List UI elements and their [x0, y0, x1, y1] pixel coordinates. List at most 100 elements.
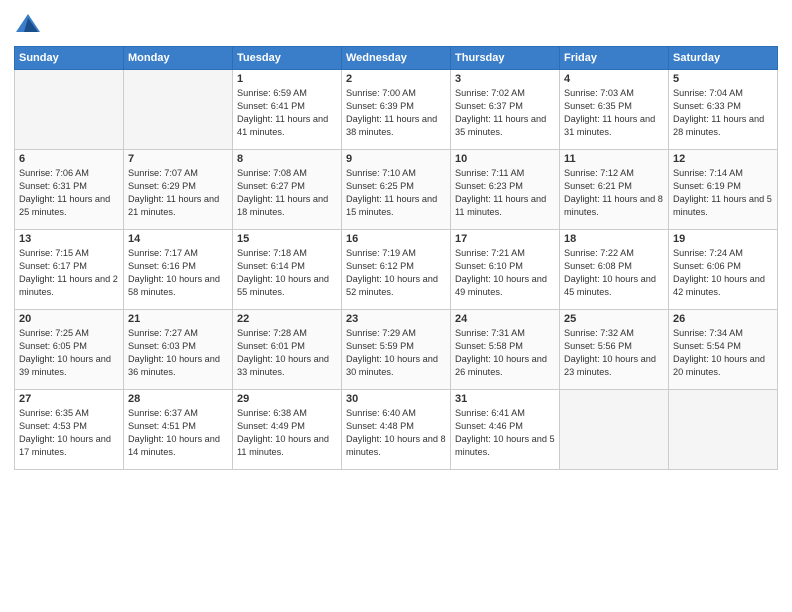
day-cell: 21Sunrise: 7:27 AMSunset: 6:03 PMDayligh… [124, 310, 233, 390]
day-info: Sunrise: 7:04 AMSunset: 6:33 PMDaylight:… [673, 87, 773, 139]
day-info: Sunrise: 7:06 AMSunset: 6:31 PMDaylight:… [19, 167, 119, 219]
day-number: 17 [455, 233, 555, 245]
header-sunday: Sunday [15, 47, 124, 70]
day-info: Sunrise: 7:08 AMSunset: 6:27 PMDaylight:… [237, 167, 337, 219]
day-cell: 6Sunrise: 7:06 AMSunset: 6:31 PMDaylight… [15, 150, 124, 230]
day-cell: 29Sunrise: 6:38 AMSunset: 4:49 PMDayligh… [233, 390, 342, 470]
day-number: 26 [673, 313, 773, 325]
day-info: Sunrise: 7:10 AMSunset: 6:25 PMDaylight:… [346, 167, 446, 219]
day-cell: 8 Sunrise: 7:08 AMSunset: 6:27 PMDaylight… [233, 150, 342, 230]
calendar-table: SundayMondayTuesdayWednesdayThursdayFrid… [14, 46, 778, 470]
day-cell: 23Sunrise: 7:29 AMSunset: 5:59 PMDayligh… [342, 310, 451, 390]
day-info: Sunrise: 7:34 AMSunset: 5:54 PMDaylight:… [673, 327, 773, 379]
day-number: 8 [237, 153, 337, 165]
day-number: 28 [128, 393, 228, 405]
day-number: 2 [346, 73, 446, 85]
day-number: 25 [564, 313, 664, 325]
header-friday: Friday [560, 47, 669, 70]
day-number: 22 [237, 313, 337, 325]
day-cell: 9Sunrise: 7:10 AMSunset: 6:25 PMDaylight… [342, 150, 451, 230]
day-cell: 2 Sunrise: 7:00 AMSunset: 6:39 PMDaylight… [342, 70, 451, 150]
day-info: Sunrise: 7:18 AMSunset: 6:14 PMDaylight:… [237, 247, 337, 299]
day-number: 13 [19, 233, 119, 245]
day-cell: 15 Sunrise: 7:18 AMSunset: 6:14 PMDayligh… [233, 230, 342, 310]
day-number: 14 [128, 233, 228, 245]
day-number: 31 [455, 393, 555, 405]
day-number: 27 [19, 393, 119, 405]
header-monday: Monday [124, 47, 233, 70]
week-row-1: 1 Sunrise: 6:59 AMSunset: 6:41 PMDaylight… [15, 70, 778, 150]
logo-icon [14, 10, 42, 38]
day-cell: 16Sunrise: 7:19 AMSunset: 6:12 PMDayligh… [342, 230, 451, 310]
day-cell: 7 Sunrise: 7:07 AMSunset: 6:29 PMDaylight… [124, 150, 233, 230]
day-info: Sunrise: 7:03 AMSunset: 6:35 PMDaylight:… [564, 87, 664, 139]
day-info: Sunrise: 7:02 AMSunset: 6:37 PMDaylight:… [455, 87, 555, 139]
day-cell: 31 Sunrise: 6:41 AMSunset: 4:46 PMDayligh… [451, 390, 560, 470]
day-cell: 18Sunrise: 7:22 AMSunset: 6:08 PMDayligh… [560, 230, 669, 310]
day-info: Sunrise: 7:07 AMSunset: 6:29 PMDaylight:… [128, 167, 228, 219]
day-info: Sunrise: 7:15 AMSunset: 6:17 PMDaylight:… [19, 247, 119, 299]
day-info: Sunrise: 6:41 AMSunset: 4:46 PMDaylight:… [455, 407, 555, 459]
day-cell: 25 Sunrise: 7:32 AMSunset: 5:56 PMDayligh… [560, 310, 669, 390]
day-cell: 24 Sunrise: 7:31 AMSunset: 5:58 PMDayligh… [451, 310, 560, 390]
day-cell: 17Sunrise: 7:21 AMSunset: 6:10 PMDayligh… [451, 230, 560, 310]
day-info: Sunrise: 7:00 AMSunset: 6:39 PMDaylight:… [346, 87, 446, 139]
header [14, 10, 778, 38]
day-number: 5 [673, 73, 773, 85]
header-tuesday: Tuesday [233, 47, 342, 70]
day-number: 23 [346, 313, 446, 325]
day-info: Sunrise: 7:17 AMSunset: 6:16 PMDaylight:… [128, 247, 228, 299]
day-cell: 12Sunrise: 7:14 AMSunset: 6:19 PMDayligh… [669, 150, 778, 230]
day-info: Sunrise: 6:59 AMSunset: 6:41 PMDaylight:… [237, 87, 337, 139]
week-row-2: 6Sunrise: 7:06 AMSunset: 6:31 PMDaylight… [15, 150, 778, 230]
day-cell: 13 Sunrise: 7:15 AMSunset: 6:17 PMDayligh… [15, 230, 124, 310]
day-cell: 5 Sunrise: 7:04 AMSunset: 6:33 PMDaylight… [669, 70, 778, 150]
day-number: 12 [673, 153, 773, 165]
day-cell: 1 Sunrise: 6:59 AMSunset: 6:41 PMDaylight… [233, 70, 342, 150]
day-cell: 26 Sunrise: 7:34 AMSunset: 5:54 PMDayligh… [669, 310, 778, 390]
day-cell: 22 Sunrise: 7:28 AMSunset: 6:01 PMDayligh… [233, 310, 342, 390]
day-cell: 19 Sunrise: 7:24 AMSunset: 6:06 PMDayligh… [669, 230, 778, 310]
day-cell: 3 Sunrise: 7:02 AMSunset: 6:37 PMDaylight… [451, 70, 560, 150]
day-info: Sunrise: 6:37 AMSunset: 4:51 PMDaylight:… [128, 407, 228, 459]
day-number: 20 [19, 313, 119, 325]
day-number: 24 [455, 313, 555, 325]
day-number: 10 [455, 153, 555, 165]
day-info: Sunrise: 6:40 AMSunset: 4:48 PMDaylight:… [346, 407, 446, 459]
day-info: Sunrise: 7:11 AMSunset: 6:23 PMDaylight:… [455, 167, 555, 219]
day-info: Sunrise: 7:24 AMSunset: 6:06 PMDaylight:… [673, 247, 773, 299]
day-number: 29 [237, 393, 337, 405]
day-number: 4 [564, 73, 664, 85]
day-number: 3 [455, 73, 555, 85]
header-wednesday: Wednesday [342, 47, 451, 70]
week-row-4: 20 Sunrise: 7:25 AMSunset: 6:05 PMDayligh… [15, 310, 778, 390]
day-cell [560, 390, 669, 470]
day-info: Sunrise: 7:25 AMSunset: 6:05 PMDaylight:… [19, 327, 119, 379]
day-number: 7 [128, 153, 228, 165]
day-cell: 14 Sunrise: 7:17 AMSunset: 6:16 PMDayligh… [124, 230, 233, 310]
day-info: Sunrise: 7:28 AMSunset: 6:01 PMDaylight:… [237, 327, 337, 379]
day-cell: 10 Sunrise: 7:11 AMSunset: 6:23 PMDayligh… [451, 150, 560, 230]
day-info: Sunrise: 7:19 AMSunset: 6:12 PMDaylight:… [346, 247, 446, 299]
day-info: Sunrise: 7:31 AMSunset: 5:58 PMDaylight:… [455, 327, 555, 379]
logo [14, 10, 46, 38]
day-number: 15 [237, 233, 337, 245]
header-thursday: Thursday [451, 47, 560, 70]
day-cell [15, 70, 124, 150]
day-number: 11 [564, 153, 664, 165]
day-number: 1 [237, 73, 337, 85]
day-info: Sunrise: 7:12 AMSunset: 6:21 PMDaylight:… [564, 167, 664, 219]
day-cell: 11 Sunrise: 7:12 AMSunset: 6:21 PMDayligh… [560, 150, 669, 230]
day-cell [669, 390, 778, 470]
day-cell: 27Sunrise: 6:35 AMSunset: 4:53 PMDayligh… [15, 390, 124, 470]
day-cell [124, 70, 233, 150]
header-saturday: Saturday [669, 47, 778, 70]
day-number: 19 [673, 233, 773, 245]
week-row-3: 13 Sunrise: 7:15 AMSunset: 6:17 PMDayligh… [15, 230, 778, 310]
calendar-page: SundayMondayTuesdayWednesdayThursdayFrid… [0, 0, 792, 612]
week-row-5: 27Sunrise: 6:35 AMSunset: 4:53 PMDayligh… [15, 390, 778, 470]
header-row: SundayMondayTuesdayWednesdayThursdayFrid… [15, 47, 778, 70]
day-cell: 28 Sunrise: 6:37 AMSunset: 4:51 PMDayligh… [124, 390, 233, 470]
day-info: Sunrise: 7:27 AMSunset: 6:03 PMDaylight:… [128, 327, 228, 379]
day-info: Sunrise: 7:32 AMSunset: 5:56 PMDaylight:… [564, 327, 664, 379]
